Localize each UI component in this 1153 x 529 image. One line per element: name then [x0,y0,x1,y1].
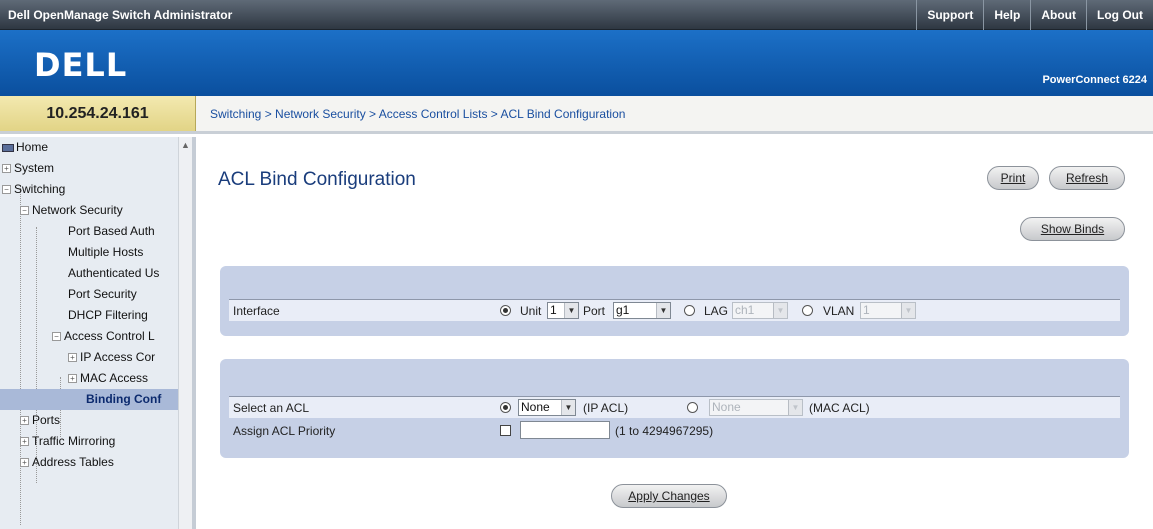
port-select[interactable]: g1 ▼ [613,302,671,319]
acl-priority-input[interactable] [520,421,610,439]
sidebar: Home + System − Switching − Network Securit… [0,137,196,529]
breadcrumb[interactable]: Switching > Network Security > Access Co… [210,107,625,121]
support-link[interactable]: Support [916,0,983,30]
lag-radio[interactable] [684,305,695,316]
acl-priority-label: Assign ACL Priority [233,424,336,438]
sidebar-item-dhcp-filtering[interactable]: DHCP Filtering [0,305,180,326]
collapse-icon[interactable]: − [2,185,11,195]
sidebar-item-port-security[interactable]: Port Security [0,284,180,305]
mac-acl-select[interactable]: None ▼ [709,399,803,416]
collapse-icon[interactable]: − [20,206,29,216]
interface-row: Interface Unit 1 ▼ Port g1 ▼ LAG ch1 ▼ VLAN… [229,299,1120,321]
vlan-radio[interactable] [802,305,813,316]
ip-breadcrumb-row: 10.254.24.161 Switching > Network Securi… [0,96,1153,134]
nav-tree: Home + System − Switching − Network Securit… [0,137,180,525]
acl-priority-range: (1 to 4294967295) [615,424,714,438]
sidebar-item-multiple-hosts[interactable]: Multiple Hosts [0,242,180,263]
expand-icon[interactable]: + [2,164,11,174]
expand-icon[interactable]: + [20,416,29,426]
chevron-down-icon: ▼ [564,303,578,318]
main-content: ACL Bind Configuration Print Refresh Sho… [200,137,1153,529]
chevron-down-icon: ▼ [773,303,787,318]
page-title: ACL Bind Configuration [218,169,416,190]
expand-icon[interactable]: + [68,353,77,363]
print-button[interactable]: Print [987,166,1039,190]
sidebar-item-home[interactable]: Home [0,137,180,158]
help-link[interactable]: Help [983,0,1030,30]
dell-logo: DELL [34,46,128,84]
sidebar-item-binding-configuration[interactable]: Binding Conf [0,389,180,410]
sidebar-item-address-tables[interactable]: + Address Tables [0,452,180,473]
sidebar-item-network-security[interactable]: − Network Security [0,200,180,221]
sidebar-item-traffic-mirroring[interactable]: + Traffic Mirroring [0,431,180,452]
lag-select[interactable]: ch1 ▼ [732,302,788,319]
acl-priority-checkbox[interactable] [500,425,511,436]
collapse-icon[interactable]: − [52,332,61,342]
mac-acl-suffix: (MAC ACL) [809,401,870,415]
sidebar-scrollbar[interactable]: ▲ [178,137,192,529]
ip-acl-radio[interactable] [500,402,511,413]
sidebar-item-ports[interactable]: + Ports [0,410,180,431]
expand-icon[interactable]: + [20,458,29,468]
lag-label: LAG [704,304,729,318]
top-nav: Support Help About Log Out [916,0,1153,30]
sidebar-item-access-control-lists[interactable]: − Access Control L [0,326,180,347]
unit-port-radio[interactable] [500,305,511,316]
interface-panel: Interface Unit 1 ▼ Port g1 ▼ LAG ch1 ▼ VLAN… [220,266,1129,336]
scroll-up-icon[interactable]: ▲ [181,140,190,150]
sidebar-item-port-based-auth[interactable]: Port Based Auth [0,221,180,242]
vlan-select[interactable]: 1 ▼ [860,302,916,319]
ip-acl-select[interactable]: None ▼ [518,399,576,416]
refresh-button[interactable]: Refresh [1049,166,1125,190]
vlan-label: VLAN [823,304,855,318]
expand-icon[interactable]: + [68,374,77,384]
mac-acl-radio[interactable] [687,402,698,413]
banner: DELL PowerConnect 6224 [0,30,1153,96]
sidebar-item-ip-access-control[interactable]: + IP Access Cor [0,347,180,368]
app-title: Dell OpenManage Switch Administrator [8,8,233,22]
chevron-down-icon: ▼ [561,400,575,415]
interface-label: Interface [233,304,280,318]
ip-address: 10.254.24.161 [0,96,196,131]
select-acl-row: Select an ACL None ▼ (IP ACL) None ▼ (MAC … [229,396,1120,418]
sidebar-item-mac-access[interactable]: + MAC Access [0,368,180,389]
chevron-down-icon: ▼ [656,303,670,318]
sidebar-item-system[interactable]: + System [0,158,180,179]
product-name: PowerConnect 6224 [1042,74,1147,86]
apply-changes-button[interactable]: Apply Changes [611,484,727,508]
unit-select[interactable]: 1 ▼ [547,302,579,319]
sidebar-item-switching[interactable]: − Switching [0,179,180,200]
expand-icon[interactable]: + [20,437,29,447]
port-label: Port [583,304,606,318]
logout-link[interactable]: Log Out [1086,0,1153,30]
home-icon [2,143,14,152]
sidebar-item-authenticated-users[interactable]: Authenticated Us [0,263,180,284]
select-acl-label: Select an ACL [233,401,310,415]
chevron-down-icon: ▼ [901,303,915,318]
about-link[interactable]: About [1030,0,1086,30]
show-binds-button[interactable]: Show Binds [1020,217,1125,241]
acl-panel: Select an ACL None ▼ (IP ACL) None ▼ (MAC … [220,359,1129,458]
acl-priority-row: Assign ACL Priority (1 to 4294967295) [229,420,1120,442]
ip-acl-suffix: (IP ACL) [583,401,629,415]
top-bar: Dell OpenManage Switch Administrator Sup… [0,0,1153,30]
chevron-down-icon: ▼ [788,400,802,415]
unit-label: Unit [520,304,542,318]
